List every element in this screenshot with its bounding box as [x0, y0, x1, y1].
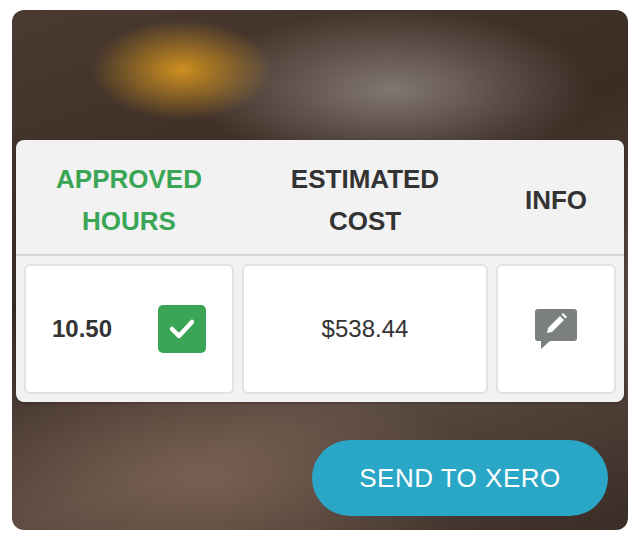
column-label: INFO	[525, 180, 587, 222]
edit-note-icon[interactable]	[532, 305, 580, 353]
timesheet-card: APPROVED HOURS ESTIMATED COST INFO 10.50 $53…	[16, 140, 624, 402]
background-photo: APPROVED HOURS ESTIMATED COST INFO 10.50 $53…	[12, 10, 628, 530]
check-icon	[167, 314, 197, 344]
column-header: INFO	[496, 148, 616, 254]
page: APPROVED HOURS ESTIMATED COST INFO 10.50 $53…	[0, 0, 640, 543]
info-cell	[496, 264, 616, 394]
column-label: APPROVED HOURS	[42, 159, 217, 242]
hours-value: 10.50	[52, 315, 112, 343]
header-row: APPROVED HOURS ESTIMATED COST INFO	[16, 140, 624, 256]
table-row: 10.50 $538.44	[16, 256, 624, 402]
column-label: ESTIMATED COST	[278, 159, 453, 242]
send-to-xero-button[interactable]: SEND TO XERO	[312, 440, 608, 516]
column-header: APPROVED HOURS	[24, 148, 234, 254]
cost-cell: $538.44	[242, 264, 488, 394]
cost-value: $538.44	[322, 315, 409, 343]
column-header: ESTIMATED COST	[242, 148, 488, 254]
hours-cell: 10.50	[24, 264, 234, 394]
approved-checkbox[interactable]	[158, 305, 206, 353]
